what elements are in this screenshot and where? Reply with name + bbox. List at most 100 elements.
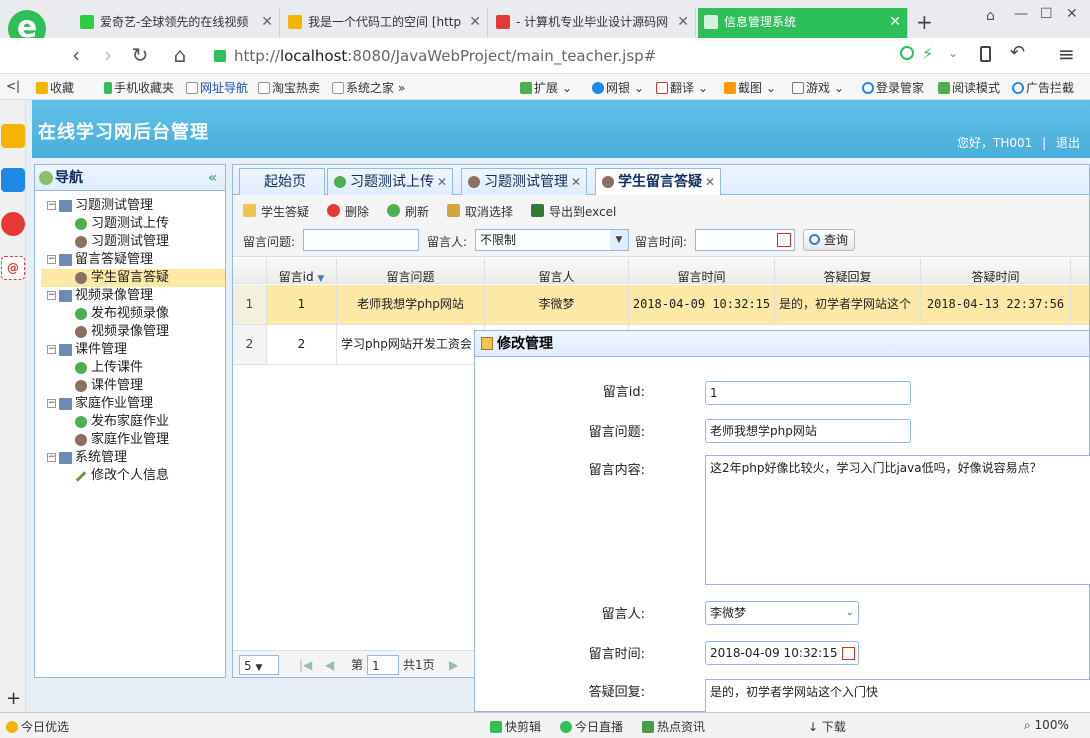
calendar-icon[interactable] bbox=[777, 233, 791, 247]
status-news[interactable]: 热点资讯 bbox=[642, 718, 705, 735]
bookmark-taobao[interactable]: 淘宝热卖 bbox=[258, 79, 320, 96]
browser-tab-1[interactable]: 爱奇艺-全球领先的在线视频 ✕ bbox=[74, 8, 280, 38]
close-icon[interactable]: ✕ bbox=[705, 169, 715, 195]
nav-item[interactable]: 发布视频录像 bbox=[41, 305, 225, 323]
id-field[interactable]: 1 bbox=[705, 381, 911, 405]
accelerate-icon[interactable] bbox=[900, 46, 914, 60]
zoom-level[interactable]: ⌕ 100% bbox=[1024, 718, 1069, 733]
toolbar-bank[interactable]: 网银 ⌄ bbox=[592, 79, 644, 96]
nav-group[interactable]: − 系统管理 bbox=[41, 449, 225, 467]
nav-item[interactable]: 发布家庭作业 bbox=[41, 413, 225, 431]
status-live[interactable]: 今日直播 bbox=[560, 718, 623, 735]
back-icon[interactable]: ‹ bbox=[64, 44, 88, 68]
bookmark-xitong[interactable]: 系统之家 » bbox=[332, 79, 405, 96]
lightning-icon[interactable]: ⚡ bbox=[922, 44, 933, 63]
nav-item[interactable]: 课件管理 bbox=[41, 377, 225, 395]
nav-item[interactable]: 习题测试上传 bbox=[41, 215, 225, 233]
browser-tab-2[interactable]: 我是一个代码工的空间 [http ✕ bbox=[282, 8, 488, 38]
nav-group[interactable]: − 留言答疑管理 bbox=[41, 251, 225, 269]
undo-icon[interactable]: ↶ bbox=[1010, 42, 1025, 63]
answer-button[interactable]: 学生答疑 bbox=[243, 203, 309, 220]
browser-tab-3[interactable]: - 计算机专业毕业设计源码网 ✕ bbox=[490, 8, 696, 38]
phone-icon[interactable] bbox=[980, 46, 991, 62]
export-excel-button[interactable]: 导出到excel bbox=[531, 203, 616, 220]
tab-exercise-upload[interactable]: 习题测试上传 ✕ bbox=[327, 168, 453, 195]
bookmark-favorites[interactable]: 收藏 bbox=[36, 79, 74, 96]
minimize-icon[interactable]: — bbox=[1014, 6, 1028, 22]
status-download[interactable]: ↓ 下载 bbox=[808, 718, 846, 735]
toolbar-reader[interactable]: 阅读模式 bbox=[938, 79, 1000, 96]
reload-icon[interactable]: ↻ bbox=[128, 44, 152, 68]
filter-person-select[interactable]: 不限制 ▼ bbox=[475, 229, 629, 251]
url-field[interactable]: http://localhost:8080/JavaWebProject/mai… bbox=[234, 44, 994, 68]
home-icon[interactable]: ⌂ bbox=[168, 44, 192, 68]
delete-button[interactable]: 删除 bbox=[327, 203, 369, 220]
collapse-toggle-icon[interactable]: − bbox=[47, 399, 56, 408]
status-clip[interactable]: 快剪辑 bbox=[490, 718, 541, 735]
column-header[interactable]: 答疑回复 bbox=[775, 258, 921, 283]
list-icon[interactable] bbox=[1, 168, 25, 192]
filter-question-input[interactable] bbox=[303, 229, 419, 251]
add-icon[interactable]: + bbox=[6, 688, 21, 709]
forward-icon[interactable]: › bbox=[96, 44, 120, 68]
collapse-icon[interactable]: « bbox=[208, 165, 217, 191]
sidebar-toggle-icon[interactable]: <| bbox=[6, 79, 20, 93]
weibo-icon[interactable] bbox=[1, 212, 25, 236]
page-size-select[interactable]: 5 ▼ bbox=[239, 655, 279, 675]
next-page-icon[interactable]: ▶ bbox=[449, 655, 458, 675]
logout-link[interactable]: 退出 bbox=[1056, 136, 1080, 150]
refresh-button[interactable]: 刷新 bbox=[387, 203, 429, 220]
column-header[interactable]: 留言id ▼ bbox=[267, 258, 337, 283]
browser-tab-4[interactable]: 信息管理系统 ✕ bbox=[698, 8, 908, 38]
nav-item[interactable]: 视频录像管理 bbox=[41, 323, 225, 341]
nav-item[interactable]: 上传课件 bbox=[41, 359, 225, 377]
tab-student-messages[interactable]: 学生留言答疑 ✕ bbox=[595, 168, 721, 196]
toolbar-extensions[interactable]: 扩展 ⌄ bbox=[520, 79, 572, 96]
email-icon[interactable]: @ bbox=[1, 256, 25, 280]
menu-icon[interactable]: ≡ bbox=[1058, 42, 1075, 66]
close-icon[interactable]: ✕ bbox=[261, 8, 273, 36]
cancel-select-button[interactable]: 取消选择 bbox=[447, 203, 513, 220]
close-icon[interactable]: ✕ bbox=[437, 169, 447, 195]
toolbar-translate[interactable]: 翻译 ⌄ bbox=[656, 79, 708, 96]
maximize-icon[interactable]: ☐ bbox=[1040, 6, 1053, 22]
toolbar-screenshot[interactable]: 截图 ⌄ bbox=[724, 79, 776, 96]
dropdown-icon[interactable]: ⌄ bbox=[948, 46, 958, 60]
column-header[interactable]: 留言时间 bbox=[629, 258, 775, 283]
time-field[interactable]: 2018-04-09 10:32:15 bbox=[705, 641, 859, 665]
bookmark-mobile[interactable]: 手机收藏夹 bbox=[104, 79, 174, 96]
collapse-toggle-icon[interactable]: − bbox=[47, 201, 56, 210]
first-page-icon[interactable]: |◀ bbox=[299, 655, 312, 675]
content-textarea[interactable]: 这2年php好像比较火，学习入门比java低吗，好像说容易点？ bbox=[705, 455, 1090, 585]
page-number-input[interactable]: 1 bbox=[367, 655, 399, 675]
nav-group[interactable]: − 习题测试管理 bbox=[41, 197, 225, 215]
nav-item[interactable]: 修改个人信息 bbox=[41, 467, 225, 485]
nav-item[interactable]: 学生留言答疑 bbox=[41, 269, 225, 287]
nav-item[interactable]: 习题测试管理 bbox=[41, 233, 225, 251]
toolbar-adblock[interactable]: 广告拦截 bbox=[1012, 79, 1074, 96]
close-icon[interactable]: ✕ bbox=[677, 8, 689, 36]
toolbar-login-manager[interactable]: 登录管家 bbox=[862, 79, 924, 96]
close-window-icon[interactable]: ✕ bbox=[1066, 6, 1078, 22]
nav-item[interactable]: 家庭作业管理 bbox=[41, 431, 225, 449]
bookmark-nav[interactable]: 网址导航 bbox=[186, 79, 248, 96]
prev-page-icon[interactable]: ◀ bbox=[325, 655, 334, 675]
close-icon[interactable]: ✕ bbox=[571, 169, 581, 195]
table-row[interactable]: 1 1 老师我想学php网站 李微梦 2018-04-09 10:32:15 是… bbox=[233, 285, 1089, 325]
today-picks[interactable]: 今日优选 bbox=[6, 718, 69, 735]
nav-group[interactable]: − 课件管理 bbox=[41, 341, 225, 359]
query-button[interactable]: 查询 bbox=[803, 229, 856, 251]
skin-icon[interactable]: ⌂ bbox=[986, 8, 995, 24]
column-header[interactable]: 留言问题 bbox=[337, 258, 485, 283]
new-tab-button[interactable]: + bbox=[916, 10, 933, 34]
favorites-icon[interactable] bbox=[1, 124, 25, 148]
nav-group[interactable]: − 视频录像管理 bbox=[41, 287, 225, 305]
question-field[interactable]: 老师我想学php网站 bbox=[705, 419, 911, 443]
tab-home[interactable]: 起始页 bbox=[239, 168, 325, 195]
calendar-icon[interactable] bbox=[842, 647, 855, 660]
collapse-toggle-icon[interactable]: − bbox=[47, 453, 56, 462]
collapse-toggle-icon[interactable]: − bbox=[47, 345, 56, 354]
collapse-toggle-icon[interactable]: − bbox=[47, 255, 56, 264]
person-select[interactable]: 李微梦 ⌄ bbox=[705, 601, 859, 625]
column-header[interactable]: 答疑时间 bbox=[921, 258, 1071, 283]
